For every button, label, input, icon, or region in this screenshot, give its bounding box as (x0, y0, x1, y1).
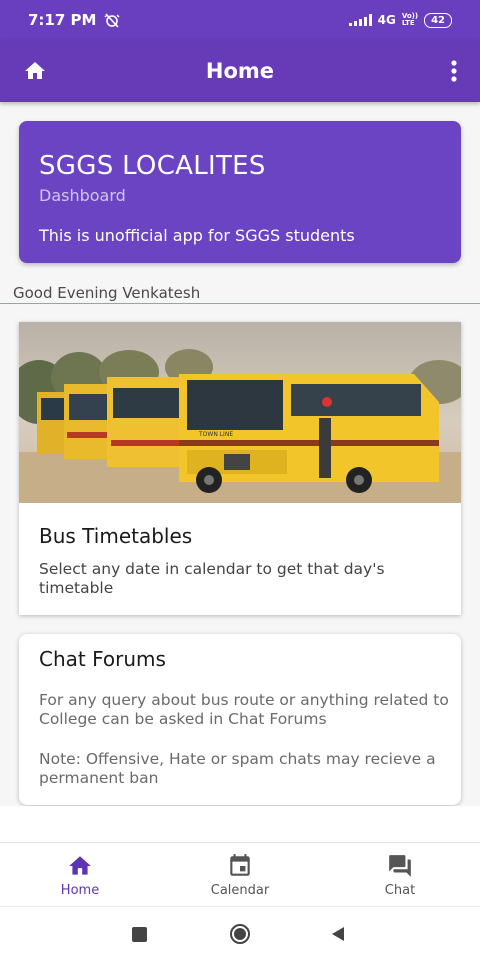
battery-icon: 42 (424, 12, 452, 28)
signal-icon (348, 14, 372, 26)
app-bar: Home (0, 40, 480, 102)
chat-card-note: Note: Offensive, Hate or spam chats may … (39, 750, 436, 787)
battery-level: 42 (431, 14, 445, 26)
status-time: 7:17 PM (28, 11, 97, 29)
dashboard-description: This is unofficial app for SGGS students (39, 226, 355, 245)
page-title: Home (205, 59, 275, 83)
volte-bottom: LTE (401, 19, 415, 27)
nav-label-home: Home (60, 882, 100, 898)
nav-label-chat: Chat (384, 882, 416, 898)
dashboard-subtitle: Dashboard (39, 186, 126, 205)
back-icon[interactable] (329, 925, 347, 943)
network-type: 4G (377, 13, 396, 27)
home-icon (69, 855, 91, 875)
bus-card-description: Select any date in calendar to get that … (39, 560, 385, 597)
dashboard-card: SGGS LOCALITES Dashboard This is unoffic… (19, 121, 461, 263)
calendar-icon (230, 853, 250, 876)
bus-logo: TOWN LINE (198, 431, 233, 438)
chat-icon (389, 854, 411, 877)
chat-card-title: Chat Forums (39, 647, 166, 671)
bus-timetables-card[interactable]: TOWN LINE Bus Timetables Select any date… (19, 322, 461, 615)
dashboard-title: SGGS LOCALITES (39, 151, 266, 181)
chat-forums-card[interactable]: Chat Forums For any query about bus rout… (19, 634, 461, 805)
greeting-text: Good Evening Venkatesh (13, 284, 201, 302)
nav-item-calendar[interactable]: Calendar (180, 843, 300, 907)
bottom-navigation: Home Calendar Chat (0, 842, 480, 907)
bus-image: TOWN LINE (19, 322, 461, 503)
content-bottom-spacer (0, 806, 480, 842)
nav-item-chat[interactable]: Chat (340, 843, 460, 907)
alarm-off-icon (104, 13, 120, 28)
system-home-icon[interactable] (229, 923, 251, 945)
nav-item-home[interactable]: Home (20, 843, 140, 907)
system-navigation-bar (0, 906, 480, 961)
status-right: 4G Vo)) LTE 42 (348, 12, 452, 28)
nav-label-calendar: Calendar (210, 882, 270, 898)
divider (0, 303, 480, 304)
status-left: 7:17 PM (28, 11, 120, 29)
bus-card-title: Bus Timetables (39, 524, 193, 548)
recent-apps-icon[interactable] (132, 927, 147, 942)
chat-card-description: For any query about bus route or anythin… (39, 691, 449, 728)
status-bar: 7:17 PM 4G Vo)) LTE 42 (0, 0, 480, 40)
volte-icon: Vo)) LTE (402, 13, 418, 27)
more-vert-icon[interactable] (444, 58, 464, 84)
